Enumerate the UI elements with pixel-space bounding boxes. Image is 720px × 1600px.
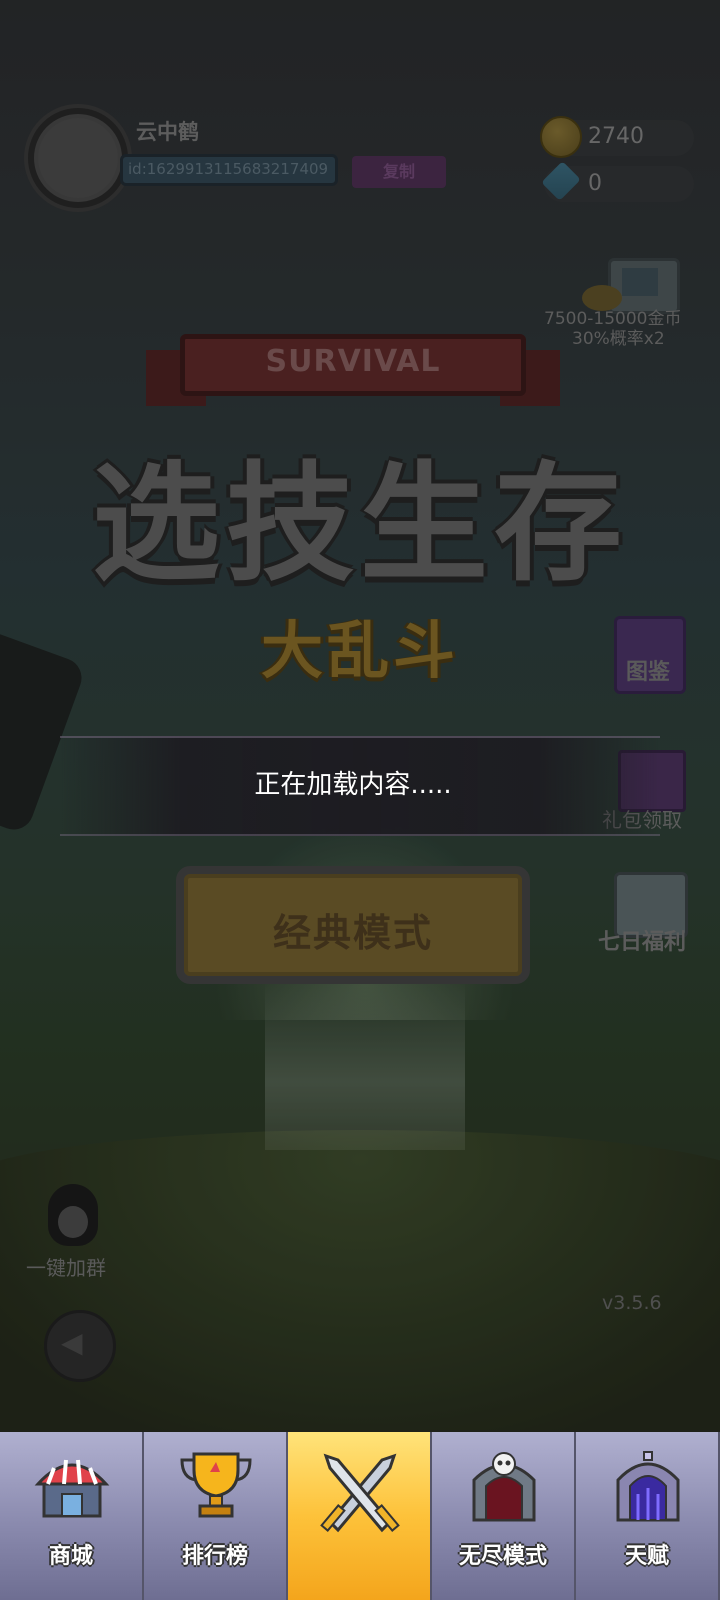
promo-chance-text: 30%概率x2 xyxy=(572,329,665,349)
classic-mode-label: 经典模式 xyxy=(272,911,433,955)
trophy-icon xyxy=(180,1452,252,1518)
nav-battle[interactable] xyxy=(288,1432,432,1600)
game-subtitle: 大乱斗 xyxy=(260,614,459,687)
gold-coin-icon xyxy=(540,116,582,158)
crossed-swords-icon xyxy=(320,1453,400,1533)
game-background xyxy=(0,0,720,1432)
portal-gate-icon xyxy=(616,1451,680,1522)
speaker-icon: ◀ xyxy=(61,1326,83,1359)
skull-gate-icon xyxy=(472,1452,536,1522)
loading-text: 正在加载内容..... xyxy=(254,770,452,800)
tv-icon xyxy=(622,268,658,296)
dim-overlay xyxy=(0,0,720,1432)
nav-shop-label: 商城 xyxy=(48,1544,93,1569)
avatar[interactable] xyxy=(28,108,128,208)
nav-endless-mode[interactable]: 无尽模式 xyxy=(432,1432,576,1600)
nav-shop[interactable]: 商城 xyxy=(0,1432,144,1600)
nav-endless-label: 无尽模式 xyxy=(458,1544,547,1569)
join-group-label: 一键加群 xyxy=(26,1256,106,1280)
version-label: v3.5.6 xyxy=(602,1292,662,1314)
nav-leaderboard-label: 排行榜 xyxy=(181,1544,248,1569)
penguin-face xyxy=(58,1206,88,1238)
nav-talent-label: 天赋 xyxy=(624,1544,669,1569)
game-title: 选技生存 xyxy=(91,450,628,599)
copy-id-button[interactable]: 复制 xyxy=(352,156,446,188)
nav-talent[interactable]: 天赋 xyxy=(576,1432,720,1600)
nav-leaderboard[interactable]: 排行榜 xyxy=(144,1432,288,1600)
player-id: id:1629913115683217409 xyxy=(128,160,329,178)
player-name: 云中鹤 xyxy=(136,120,199,144)
gem-amount: 0 xyxy=(588,171,602,196)
catalog-label: 图鉴 xyxy=(626,660,671,685)
shop-icon xyxy=(34,1459,110,1518)
seven-day-label: 七日福利 xyxy=(598,930,687,955)
bottom-nav: 商城 排行榜 无尽模式 天赋 xyxy=(0,1432,720,1600)
avatar-image xyxy=(38,118,118,198)
gold-amount: 2740 xyxy=(588,124,644,149)
banner-text: SURVIVAL xyxy=(265,344,441,379)
